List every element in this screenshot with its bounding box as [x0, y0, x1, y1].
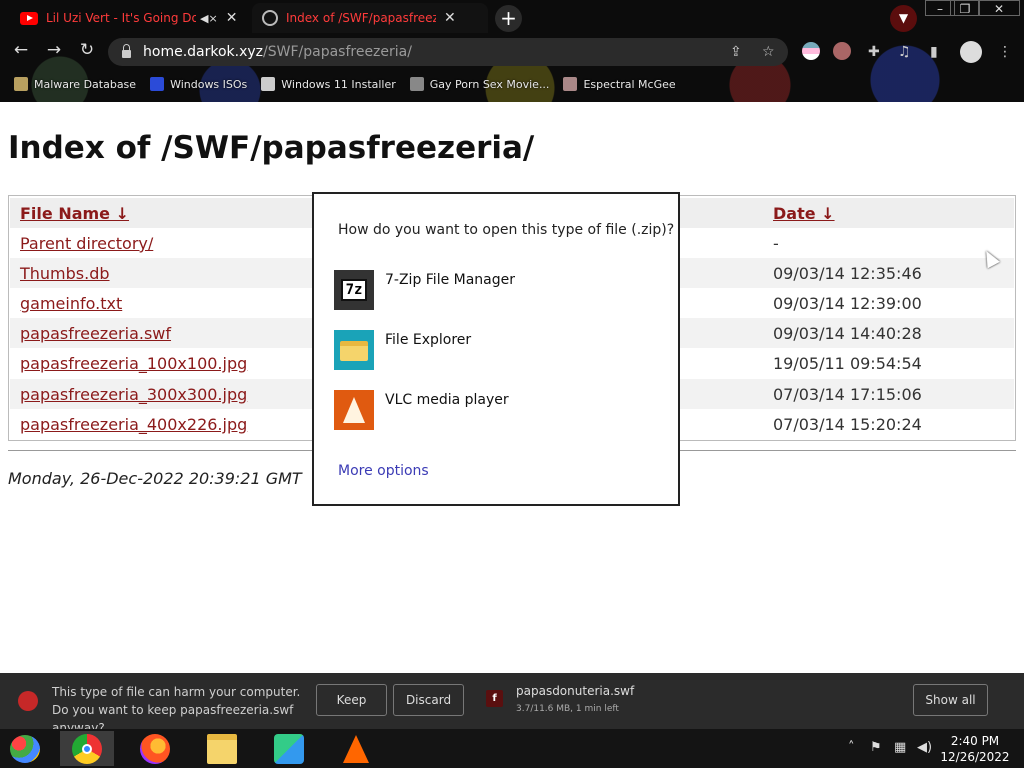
- keep-button[interactable]: Keep: [316, 684, 387, 716]
- bookmark-windows-11-installer[interactable]: Windows 11 Installer: [261, 77, 396, 91]
- menu-kebab-icon[interactable]: ⋮: [998, 44, 1012, 60]
- option-7zip[interactable]: 7z 7-Zip File Manager: [334, 266, 664, 310]
- open-with-dialog: How do you want to open this type of fil…: [312, 192, 680, 506]
- tab-index[interactable]: Index of /SWF/papasfreezeria/ ✕: [252, 3, 488, 33]
- bookmark-espectral-mcgee[interactable]: Espectral McGee: [563, 77, 676, 91]
- show-hidden-icons[interactable]: ˄: [848, 740, 855, 755]
- windows-logo-icon: [10, 735, 40, 763]
- youtube-icon: [20, 11, 38, 25]
- dialog-title: How do you want to open this type of fil…: [338, 222, 675, 238]
- chrome-icon-center: [82, 744, 92, 754]
- network-app-icon: [274, 734, 304, 764]
- flag-icon[interactable]: ⚑: [870, 740, 882, 755]
- file-link[interactable]: papasfreezeria_300x300.jpg: [20, 385, 247, 404]
- bookmark-malware-database[interactable]: Malware Database: [14, 77, 136, 91]
- file-link[interactable]: gameinfo.txt: [20, 294, 122, 313]
- extensions-puzzle-icon[interactable]: ✚: [868, 44, 880, 60]
- taskbar-chrome[interactable]: [60, 731, 114, 766]
- file-date: 09/03/14 14:40:28: [773, 324, 922, 343]
- start-button[interactable]: [6, 730, 46, 767]
- close-tab-icon[interactable]: ✕: [444, 10, 456, 26]
- download-bar: This type of file can harm your computer…: [0, 673, 1024, 735]
- file-date: 07/03/14 17:15:06: [773, 385, 922, 404]
- file-explorer-icon: [334, 330, 374, 370]
- download-progress-text: 3.7/11.6 MB, 1 min left: [516, 704, 619, 714]
- network-icon[interactable]: ▦: [894, 740, 906, 755]
- bookmark-windows-isos[interactable]: Windows ISOs: [150, 77, 247, 91]
- media-control-icon[interactable]: ♫: [898, 44, 911, 60]
- share-icon[interactable]: ⇪: [730, 44, 742, 60]
- file-link[interactable]: Parent directory/: [20, 234, 153, 253]
- file-date: 07/03/14 15:20:24: [773, 415, 922, 434]
- x-icon: [150, 77, 165, 91]
- close-tab-icon[interactable]: ✕: [226, 10, 238, 26]
- page-footer-timestamp: Monday, 26-Dec-2022 20:39:21 GMT: [8, 469, 302, 488]
- taskbar-firefox[interactable]: [128, 731, 182, 766]
- sort-by-name-link[interactable]: File Name ↓: [20, 204, 129, 223]
- bookmarks-bar: Malware Database Windows ISOs Windows 11…: [0, 72, 1024, 96]
- reload-button[interactable]: ↻: [75, 40, 99, 60]
- file-date: 09/03/14 12:35:46: [773, 264, 922, 283]
- vlc-icon: [343, 735, 369, 763]
- side-panel-icon[interactable]: ▮: [930, 44, 938, 60]
- download-file-name[interactable]: papasdonuteria.swf: [516, 684, 634, 698]
- browser-chrome: Lil Uzi Vert - It's Going Down ◀× ✕ Inde…: [0, 0, 1024, 102]
- address-bar[interactable]: home.darkok.xyz/SWF/papasfreezeria/: [108, 38, 788, 66]
- warning-icon: [18, 691, 38, 711]
- back-button[interactable]: ←: [9, 40, 33, 60]
- file-date: -: [773, 234, 779, 253]
- taskbar-clock[interactable]: 2:40 PM 12/26/2022: [930, 733, 1020, 765]
- person-icon: [14, 77, 28, 91]
- 7zip-icon: 7z: [334, 270, 374, 310]
- extension-icon[interactable]: [802, 42, 820, 60]
- show-all-button[interactable]: Show all: [913, 684, 988, 716]
- close-window-button[interactable]: ✕: [978, 0, 1020, 16]
- tab-title: Index of /SWF/papasfreezeria/: [286, 11, 436, 25]
- clock-time: 2:40 PM: [950, 734, 1000, 748]
- profile-avatar[interactable]: [960, 41, 982, 63]
- discard-button[interactable]: Discard: [393, 684, 464, 716]
- file-link[interactable]: Thumbs.db: [20, 264, 110, 283]
- clock-date: 12/26/2022: [940, 750, 1010, 764]
- taskbar-network-app[interactable]: [262, 731, 316, 766]
- tab-search-button[interactable]: ▼: [890, 5, 917, 32]
- forward-button[interactable]: →: [42, 40, 66, 60]
- tab-youtube[interactable]: Lil Uzi Vert - It's Going Down ◀× ✕: [12, 3, 248, 33]
- file-link[interactable]: papasfreezeria.swf: [20, 324, 171, 343]
- file-link[interactable]: papasfreezeria_400x226.jpg: [20, 415, 247, 434]
- file-date: 19/05/11 09:54:54: [773, 354, 922, 373]
- firefox-icon: [140, 734, 170, 764]
- new-tab-button[interactable]: +: [495, 5, 522, 32]
- speaker-muted-icon[interactable]: ◀×: [200, 12, 218, 25]
- vlc-icon: [334, 390, 374, 430]
- option-label: VLC media player: [385, 392, 509, 408]
- bookmark-movie[interactable]: Gay Porn Sex Movie...: [409, 77, 549, 91]
- file-link[interactable]: papasfreezeria_100x100.jpg: [20, 354, 247, 373]
- site-icon: [409, 77, 424, 91]
- folder-icon: [207, 734, 237, 764]
- site-icon: [563, 77, 578, 91]
- taskbar-vlc[interactable]: [329, 731, 383, 766]
- lock-icon[interactable]: [122, 44, 131, 58]
- bookmark-star-icon[interactable]: ☆: [762, 44, 775, 60]
- option-label: 7-Zip File Manager: [385, 272, 516, 288]
- taskbar-file-explorer[interactable]: [195, 731, 249, 766]
- tab-title: Lil Uzi Vert - It's Going Down: [46, 11, 196, 25]
- option-vlc[interactable]: VLC media player: [334, 386, 664, 430]
- option-file-explorer[interactable]: File Explorer: [334, 326, 664, 370]
- more-options-link[interactable]: More options: [338, 463, 429, 479]
- globe-icon: [262, 10, 278, 26]
- page-title: Index of /SWF/papasfreezeria/: [8, 130, 535, 166]
- restore-button[interactable]: ❐: [950, 0, 980, 16]
- flash-file-icon[interactable]: f: [486, 690, 503, 707]
- file-date: 09/03/14 12:39:00: [773, 294, 922, 313]
- page-icon: [261, 77, 276, 91]
- option-label: File Explorer: [385, 332, 472, 348]
- sort-by-date-link[interactable]: Date ↓: [773, 204, 835, 223]
- url-text[interactable]: home.darkok.xyz/SWF/papasfreezeria/: [143, 44, 412, 60]
- extension-icon[interactable]: [833, 42, 851, 60]
